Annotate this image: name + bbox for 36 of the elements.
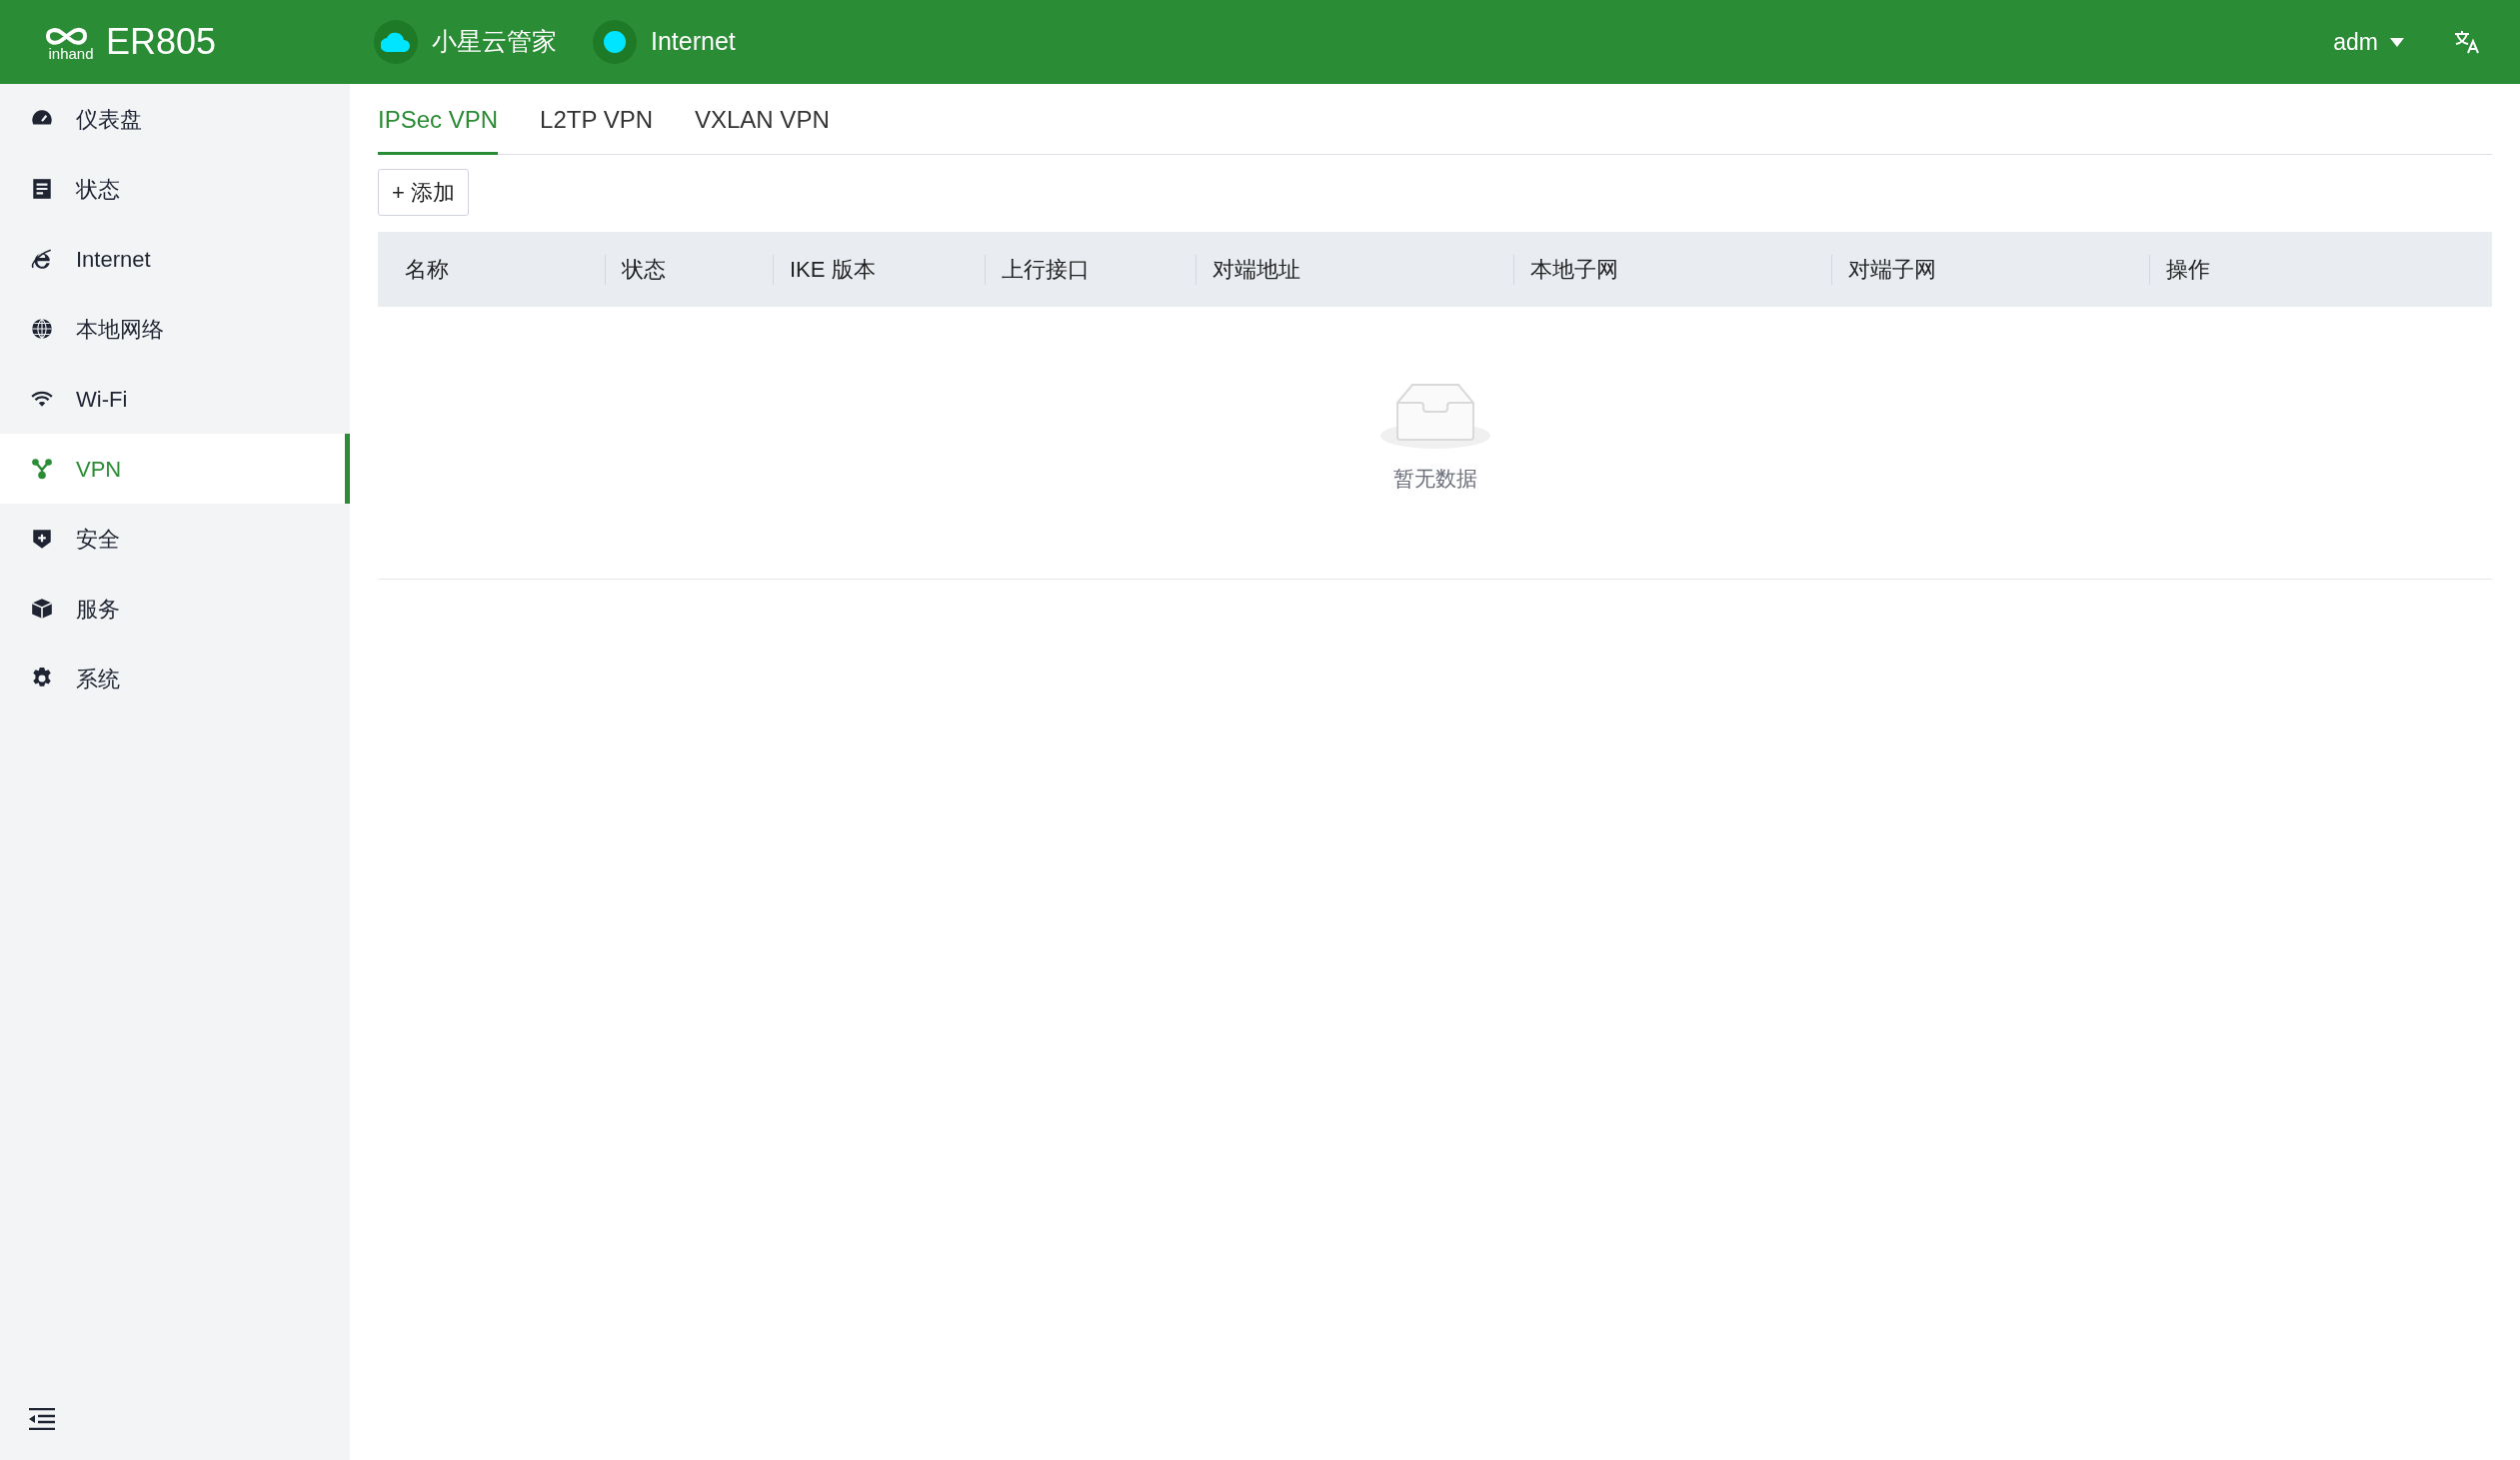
status-label: Internet <box>651 26 736 58</box>
tab[interactable]: IPSec VPN <box>378 102 499 155</box>
column-header: 状态 <box>622 256 666 284</box>
globe-icon <box>30 317 54 341</box>
column-header: 对端地址 <box>1213 256 1300 284</box>
browser-icon <box>30 247 54 271</box>
sidebar-item[interactable]: Wi-Fi <box>0 364 350 434</box>
product-name: ER805 <box>106 24 217 60</box>
cube-icon <box>30 597 54 621</box>
logo-text: inhand <box>48 45 94 61</box>
translate-icon[interactable] <box>2454 30 2480 54</box>
sidebar-item[interactable]: Internet <box>0 224 350 294</box>
branch-icon <box>30 457 54 481</box>
user-menu[interactable]: adm <box>2333 24 2404 60</box>
add-button[interactable]: + 添加 <box>378 169 469 216</box>
column-header: 本地子网 <box>1530 256 1618 284</box>
sidebar-item[interactable]: 仪表盘 <box>0 84 350 154</box>
column-header: 名称 <box>405 256 449 284</box>
document-icon <box>30 177 54 201</box>
sidebar-item[interactable]: 本地网络 <box>0 294 350 364</box>
status-label: 小星云管家 <box>432 26 557 58</box>
caret-icon <box>2390 37 2404 47</box>
sidebar-item[interactable]: 安全 <box>0 504 350 574</box>
collapse-menu-icon[interactable] <box>29 1408 55 1430</box>
column-header: 操作 <box>2166 256 2210 284</box>
sidebar-item[interactable]: 状态 <box>0 154 350 224</box>
column-header: 上行接口 <box>1002 256 1090 284</box>
sidebar-item[interactable]: 系统 <box>0 644 350 714</box>
sidebar-item[interactable]: 服务 <box>0 574 350 644</box>
tab[interactable]: L2TP VPN <box>540 102 653 155</box>
column-header: IKE 版本 <box>790 256 876 284</box>
tab[interactable]: VXLAN VPN <box>695 102 830 155</box>
empty-text: 暂无数据 <box>1392 466 1477 492</box>
column-header: 对端子网 <box>1848 256 1936 284</box>
sidebar-item[interactable]: VPN <box>0 434 350 504</box>
shield-icon <box>30 527 54 551</box>
